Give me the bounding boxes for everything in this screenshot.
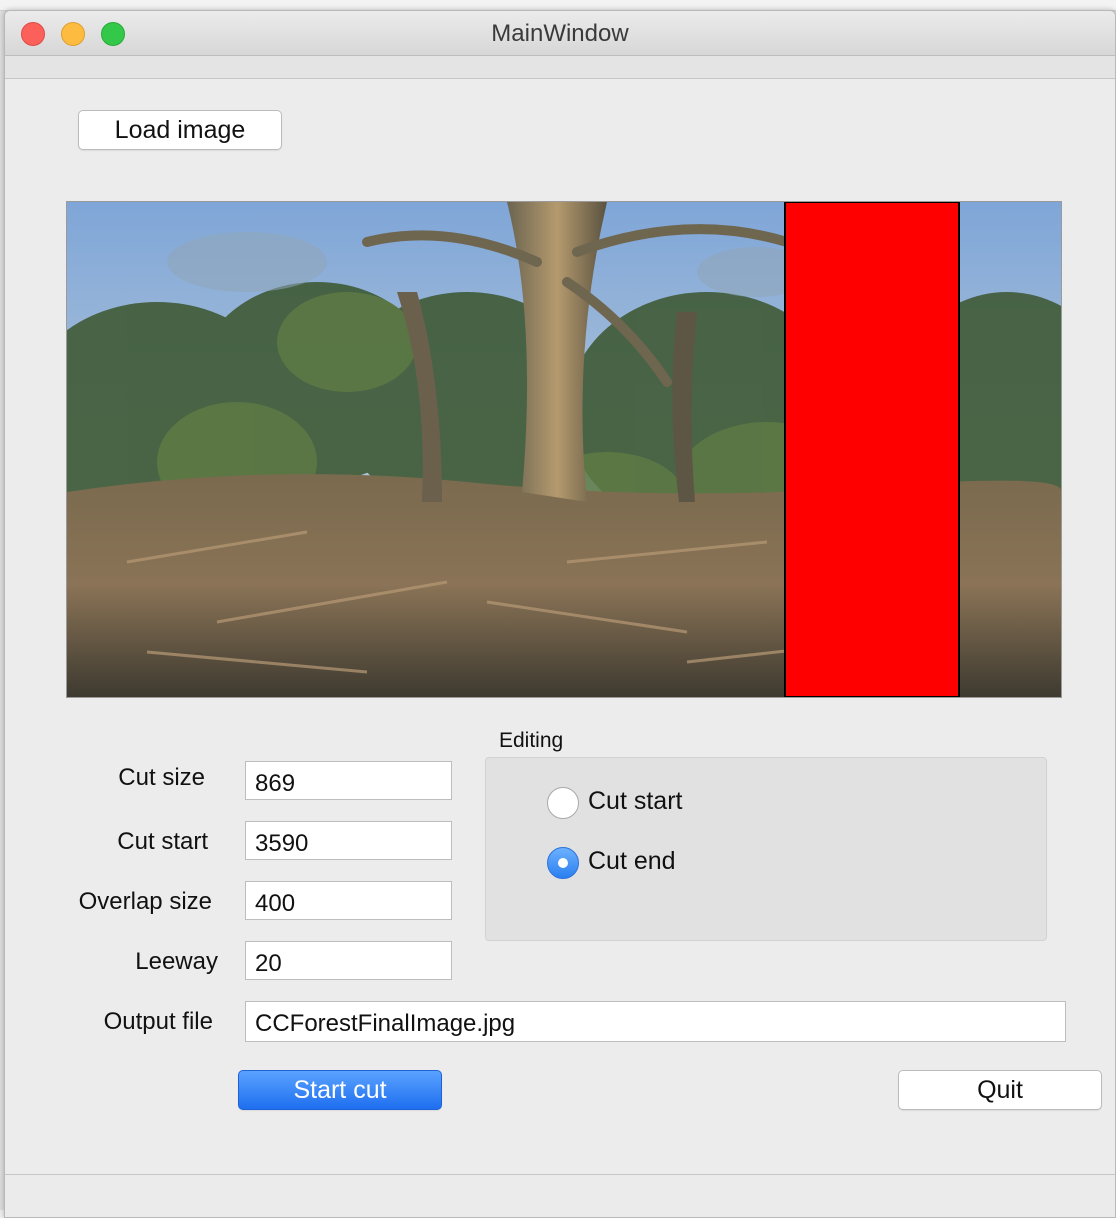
desktop: MainWindow Load image Cut size Cut start… xyxy=(0,0,1116,1218)
editing-group-title: Editing xyxy=(499,729,564,752)
forest-panorama-image xyxy=(67,202,1061,697)
cut-start-label: Cut start xyxy=(117,828,208,855)
cut-start-radio-label[interactable]: Cut start xyxy=(588,787,682,816)
cut-start-radio[interactable] xyxy=(547,787,579,819)
leeway-label: Leeway xyxy=(135,948,218,975)
image-preview[interactable] xyxy=(66,201,1062,698)
output-file-label: Output file xyxy=(103,1008,213,1035)
window-title: MainWindow xyxy=(491,20,629,47)
leeway-input[interactable]: 20 xyxy=(245,941,452,980)
start-cut-button[interactable]: Start cut xyxy=(238,1070,442,1110)
overlap-size-label: Overlap size xyxy=(78,888,212,915)
toolbar-area xyxy=(5,56,1115,79)
cut-end-radio[interactable] xyxy=(547,847,579,879)
cut-end-radio-label[interactable]: Cut end xyxy=(588,847,676,876)
title-bar[interactable]: MainWindow xyxy=(5,11,1115,56)
cut-start-input[interactable]: 3590 xyxy=(245,821,452,860)
output-file-input[interactable]: CCForestFinalImage.jpg xyxy=(245,1001,1066,1042)
cut-size-label: Cut size xyxy=(118,764,205,791)
cut-region-marker xyxy=(784,202,960,697)
editing-group: Cut start Cut end xyxy=(485,757,1047,941)
overlap-size-input[interactable]: 400 xyxy=(245,881,452,920)
quit-button[interactable]: Quit xyxy=(898,1070,1102,1110)
status-bar xyxy=(5,1174,1115,1217)
load-image-button[interactable]: Load image xyxy=(78,110,282,150)
main-window: MainWindow Load image Cut size Cut start… xyxy=(4,10,1116,1218)
cut-size-input[interactable]: 869 xyxy=(245,761,452,800)
